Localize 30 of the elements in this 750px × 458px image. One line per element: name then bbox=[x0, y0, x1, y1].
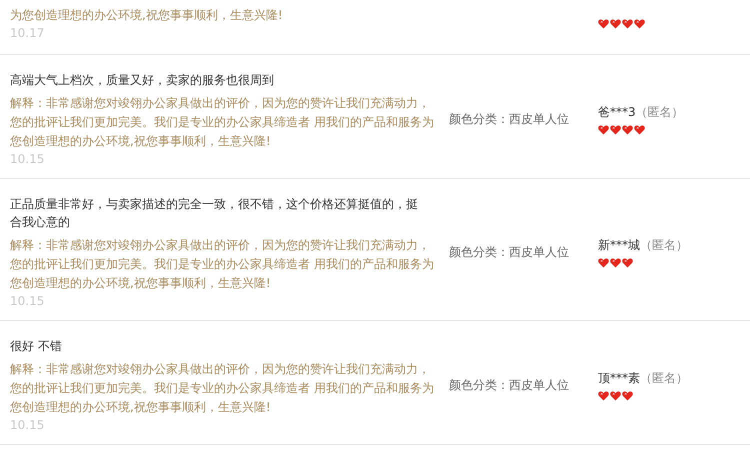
heart-icon bbox=[610, 19, 621, 29]
heart-icon bbox=[610, 258, 621, 268]
heart-icon bbox=[634, 125, 645, 135]
product-variant: 颜色分类：西皮单人位 bbox=[449, 111, 570, 128]
seller-reply: 为您创造理想的办公环境,祝您事事顺利，生意兴隆! bbox=[10, 7, 284, 24]
heart-icon bbox=[634, 19, 645, 29]
review-comment: 高端大气上档次，质量又好，卖家的服务也很周到 bbox=[10, 72, 275, 89]
heart-icon bbox=[622, 391, 633, 401]
reviewer-name: 新***城 bbox=[598, 237, 640, 254]
heart-icon bbox=[622, 258, 633, 268]
heart-icon bbox=[598, 125, 609, 135]
heart-icon bbox=[598, 19, 609, 29]
heart-icon bbox=[622, 19, 633, 29]
reviewer-name: 爸***3 bbox=[598, 104, 636, 121]
reviewer-name: 顶***素 bbox=[598, 370, 640, 387]
review-comment: 正品质量非常好，与卖家描述的完全一致，很不错，这个价格还算挺值的，挺合我心意的 bbox=[10, 196, 419, 231]
heart-icon bbox=[622, 125, 633, 135]
review-comment: 很好 不错 bbox=[10, 338, 63, 355]
seller-reply: 解释：非常感谢您对竣翎办公家具做出的评价，因为您的赞许让我们充满动力，您的批评让我们更加完美。我们是专业的办公家具缔造者 用我们的产品和服务为您创造理想的办公环境,祝您事事顺利，生意兴隆! bbox=[10, 237, 435, 292]
heart-icon bbox=[598, 258, 609, 268]
product-variant: 颜色分类：西皮单人位 bbox=[449, 244, 570, 261]
anonymous-tag: （匿名） bbox=[636, 104, 684, 121]
anonymous-tag: （匿名） bbox=[640, 370, 688, 387]
heart-icon bbox=[598, 391, 609, 401]
heart-icon bbox=[610, 125, 621, 135]
anonymous-tag: （匿名） bbox=[640, 237, 688, 254]
seller-reply: 解释：非常感谢您对竣翎办公家具做出的评价，因为您的赞许让我们充满动力，您的批评让我们更加完美。我们是专业的办公家具缔造者 用我们的产品和服务为您创造理想的办公环境,祝您事事顺利，生意兴隆! bbox=[10, 95, 435, 150]
seller-reply: 解释：非常感谢您对竣翎办公家具做出的评价，因为您的赞许让我们充满动力，您的批评让我们更加完美。我们是专业的办公家具缔造者 用我们的产品和服务为您创造理想的办公环境,祝您事事顺利，生意兴隆! bbox=[10, 361, 435, 416]
heart-icon bbox=[610, 391, 621, 401]
product-variant: 颜色分类：西皮单人位 bbox=[449, 377, 570, 394]
